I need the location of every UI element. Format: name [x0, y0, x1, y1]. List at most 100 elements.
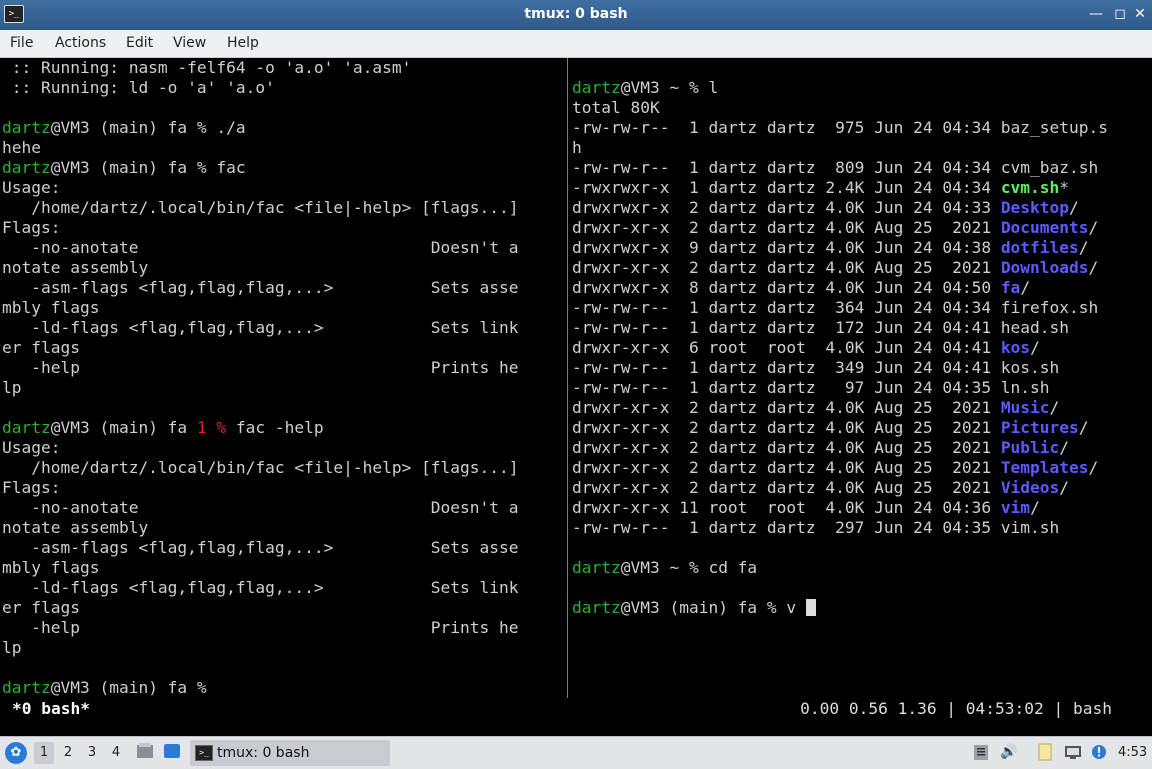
- notes-icon[interactable]: [1036, 743, 1054, 761]
- terminal-text: drwxrwxr-x 9 dartz dartz 4.0K Jun 24 04:…: [572, 238, 1001, 257]
- terminal-text: Videos: [1000, 478, 1060, 497]
- terminal-text: -asm-flags <flag,flag,flag,...> Sets ass…: [2, 538, 519, 557]
- terminal-text: @VM3 (main) fa % v: [620, 598, 806, 617]
- show-desktop-icon[interactable]: [163, 742, 181, 760]
- terminal-text: /: [1069, 198, 1079, 217]
- pane-divider[interactable]: [567, 58, 568, 698]
- terminal-text: /: [1059, 438, 1070, 457]
- terminal-area[interactable]: :: Running: nasm -felf64 -o 'a.o' 'a.asm…: [0, 58, 1152, 732]
- terminal-text: fac -help: [226, 418, 324, 437]
- terminal-text: -rw-rw-r-- 1 dartz dartz 809 Jun 24 04:3…: [572, 158, 1099, 177]
- terminal-text: Usage:: [2, 178, 61, 197]
- workspace-2[interactable]: 2: [58, 742, 78, 764]
- terminal-text: dartz: [572, 558, 621, 577]
- workspace-4[interactable]: 4: [106, 742, 126, 764]
- taskbar-item-tmux[interactable]: >_ tmux: 0 bash: [190, 740, 390, 766]
- tmux-window-list[interactable]: *0 bash*: [12, 699, 90, 718]
- terminal-text: lp: [2, 638, 22, 657]
- terminal-line: dartz@VM3 (main) fa 1 % fac -help: [2, 418, 566, 438]
- terminal-line: :: Running: ld -o 'a' 'a.o': [2, 78, 566, 98]
- terminal-text: vim: [1000, 498, 1031, 517]
- terminal-text: dartz: [572, 78, 621, 97]
- clipboard-icon[interactable]: [972, 743, 990, 761]
- volume-icon[interactable]: 🔊: [1000, 743, 1018, 761]
- terminal-line: drwxr-xr-x 2 dartz dartz 4.0K Aug 25 202…: [572, 218, 1152, 238]
- terminal-text: @VM3 (main) fa % ./a: [50, 118, 246, 137]
- taskbar-item-label: tmux: 0 bash: [217, 745, 310, 761]
- terminal-text: drwxr-xr-x 6 root root 4.0K Jun 24 04:41: [572, 338, 1001, 357]
- terminal-text: :: Running: ld -o 'a' 'a.o': [2, 78, 275, 97]
- terminal-line: -ld-flags <flag,flag,flag,...> Sets link: [2, 578, 566, 598]
- terminal-line: Usage:: [2, 178, 566, 198]
- terminal-line: drwxrwxr-x 9 dartz dartz 4.0K Jun 24 04:…: [572, 238, 1152, 258]
- terminal-text: kos: [1000, 338, 1031, 357]
- terminal-line: -help Prints he: [2, 618, 566, 638]
- workspace-3[interactable]: 3: [82, 742, 102, 764]
- terminal-text: notate assembly: [2, 518, 149, 537]
- terminal-line: lp: [2, 638, 566, 658]
- terminal-line: dartz@VM3 (main) fa % fac: [2, 158, 566, 178]
- terminal-text: drwxr-xr-x 2 dartz dartz 4.0K Aug 25 202…: [572, 418, 1001, 437]
- terminal-text: drwxrwxr-x 2 dartz dartz 4.0K Jun 24 04:…: [572, 198, 1001, 217]
- terminal-line: -rw-rw-r-- 1 dartz dartz 97 Jun 24 04:35…: [572, 378, 1152, 398]
- start-menu-icon[interactable]: ✿: [5, 742, 27, 764]
- terminal-text: Downloads: [1000, 258, 1089, 277]
- terminal-text: dartz: [2, 158, 51, 177]
- terminal-text: dotfiles: [1000, 238, 1079, 257]
- terminal-text: dartz: [2, 118, 51, 137]
- terminal-text: Usage:: [2, 438, 61, 457]
- terminal-text: er flags: [2, 338, 80, 357]
- clock[interactable]: 4:53: [1118, 745, 1147, 760]
- terminal-text: /: [1078, 238, 1089, 257]
- menu-view[interactable]: View: [173, 35, 206, 51]
- terminal-text: drwxr-xr-x 11 root root 4.0K Jun 24 04:3…: [572, 498, 1001, 517]
- terminal-line: notate assembly: [2, 258, 566, 278]
- file-manager-icon[interactable]: [136, 742, 154, 760]
- workspace-1[interactable]: 1: [34, 742, 54, 764]
- terminal-text: drwxr-xr-x 2 dartz dartz 4.0K Aug 25 202…: [572, 218, 1001, 237]
- terminal-text: Flags:: [2, 218, 61, 237]
- terminal-text: drwxr-xr-x 2 dartz dartz 4.0K Aug 25 202…: [572, 438, 1001, 457]
- terminal-text: -rw-rw-r-- 1 dartz dartz 297 Jun 24 04:3…: [572, 518, 1060, 537]
- maximize-icon[interactable]: ◻: [1110, 5, 1130, 23]
- terminal-text: dartz: [2, 678, 51, 697]
- tmux-status-bar: *0 bash* 0.00 0.56 1.36 | 04:53:02 | bas…: [0, 698, 1152, 720]
- terminal-text: -help Prints he: [2, 358, 519, 377]
- tmux-status-right: 0.00 0.56 1.36 | 04:53:02 | bash: [800, 699, 1112, 718]
- menu-edit[interactable]: Edit: [126, 35, 153, 51]
- taskbar: ✿ 1 2 3 4 >_ tmux: 0 bash 🔊 4:53: [0, 736, 1152, 769]
- updates-icon[interactable]: [1090, 743, 1108, 761]
- terminal-text: Templates: [1000, 458, 1089, 477]
- terminal-line: :: Running: nasm -felf64 -o 'a.o' 'a.asm…: [2, 58, 566, 78]
- terminal-line: drwxr-xr-x 2 dartz dartz 4.0K Aug 25 202…: [572, 478, 1152, 498]
- terminal-line: drwxr-xr-x 2 dartz dartz 4.0K Aug 25 202…: [572, 458, 1152, 478]
- terminal-line: /home/dartz/.local/bin/fac <file|-help> …: [2, 198, 566, 218]
- menu-file[interactable]: File: [10, 35, 33, 51]
- terminal-line: drwxr-xr-x 2 dartz dartz 4.0K Aug 25 202…: [572, 398, 1152, 418]
- window-titlebar[interactable]: >_ tmux: 0 bash — ◻ ✕: [0, 0, 1152, 30]
- network-icon[interactable]: [1064, 743, 1082, 761]
- terminal-text: -rw-rw-r-- 1 dartz dartz 975 Jun 24 04:3…: [572, 118, 1109, 137]
- terminal-text: Public: [1000, 438, 1060, 457]
- terminal-text: -rw-rw-r-- 1 dartz dartz 364 Jun 24 04:3…: [572, 298, 1099, 317]
- tmux-pane-left[interactable]: :: Running: nasm -felf64 -o 'a.o' 'a.asm…: [2, 58, 566, 698]
- terminal-line: -rwxrwxr-x 1 dartz dartz 2.4K Jun 24 04:…: [572, 178, 1152, 198]
- terminal-line: drwxr-xr-x 11 root root 4.0K Jun 24 04:3…: [572, 498, 1152, 518]
- terminal-line: -asm-flags <flag,flag,flag,...> Sets ass…: [2, 278, 566, 298]
- terminal-line: dartz@VM3 ~ % cd fa: [572, 558, 1152, 578]
- menu-actions[interactable]: Actions: [55, 35, 106, 51]
- terminal-text: fa: [1000, 278, 1021, 297]
- terminal-text: /home/dartz/.local/bin/fac <file|-help> …: [2, 458, 519, 477]
- terminal-text: /: [1088, 258, 1099, 277]
- terminal-text: notate assembly: [2, 258, 149, 277]
- tmux-pane-right[interactable]: dartz@VM3 ~ % l total 80K -rw-rw-r-- 1 dar…: [572, 58, 1152, 698]
- menu-help[interactable]: Help: [227, 35, 259, 51]
- terminal-text: *: [1059, 178, 1070, 197]
- close-icon[interactable]: ✕: [1130, 5, 1150, 23]
- terminal-text: -rw-rw-r-- 1 dartz dartz 97 Jun 24 04:35…: [572, 378, 1050, 397]
- minimize-icon[interactable]: —: [1086, 5, 1106, 23]
- menubar: File Actions Edit View Help: [0, 30, 1152, 58]
- terminal-text: drwxr-xr-x 2 dartz dartz 4.0K Aug 25 202…: [572, 478, 1001, 497]
